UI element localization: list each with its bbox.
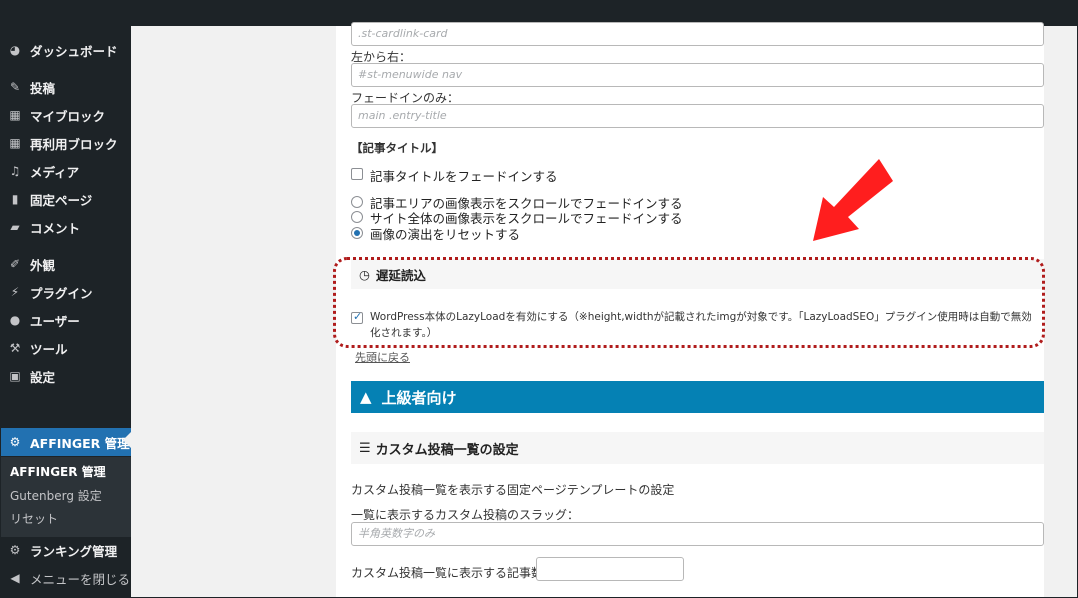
sidebar-item-tools[interactable]: ⚒ ツール xyxy=(1,336,131,360)
fade-title-label: 記事タイトルをフェードインする xyxy=(370,169,558,184)
sidebar-item-label: 投稿 xyxy=(30,80,56,96)
post-count-label: カスタム投稿一覧に表示する記事数： xyxy=(351,566,556,580)
submenu-item-reset[interactable]: リセット xyxy=(10,510,58,527)
dashboard-icon: ◕ xyxy=(9,43,21,57)
fade-selector-input-2[interactable]: #st-menuwide nav xyxy=(351,63,1044,87)
radio-article-images[interactable] xyxy=(351,196,363,208)
sidebar-item-label: ユーザー xyxy=(30,313,80,329)
sidebar-item-pages[interactable]: ▮ 固定ページ xyxy=(1,187,131,211)
collapse-menu-button[interactable]: ◀ メニューを閉じる xyxy=(1,566,131,590)
sidebar-item-appearance[interactable]: ✐ 外観 xyxy=(1,252,131,276)
collapse-icon: ◀ xyxy=(10,571,20,585)
comment-icon: ▰ xyxy=(10,220,20,234)
wrench-icon: ⚒ xyxy=(9,341,21,355)
sidebar-item-media[interactable]: ♫ メディア xyxy=(1,159,131,183)
media-icon: ♫ xyxy=(9,164,21,178)
blocks-icon: ▦ xyxy=(9,136,21,150)
affinger-submenu: AFFINGER 管理 Gutenberg 設定 リセット xyxy=(1,457,131,537)
gear-icon: ⚙ xyxy=(9,435,21,449)
radio-reset-images-label: 画像の演出をリセットする xyxy=(370,227,521,242)
post-count-input[interactable] xyxy=(536,557,684,581)
sidebar-item-comments[interactable]: ▰ コメント xyxy=(1,215,131,239)
page-icon: ▮ xyxy=(11,192,19,206)
advanced-heading: 上級者向け xyxy=(381,388,457,407)
advanced-section-bar: ▲ 上級者向け xyxy=(351,381,1044,413)
sidebar-item-label: コメント xyxy=(30,220,81,236)
slug-input[interactable]: 半角英数字のみ xyxy=(351,522,1044,546)
fade-title-checkbox[interactable] xyxy=(351,168,363,180)
sidebar-item-label: メディア xyxy=(30,164,80,180)
sidebar-item-plugins[interactable]: ⚡ プラグイン xyxy=(1,280,131,304)
submenu-item-gutenberg[interactable]: Gutenberg 設定 xyxy=(10,487,102,504)
sidebar-item-label: 外観 xyxy=(30,257,56,273)
sidebar-item-label: 設定 xyxy=(30,369,56,385)
admin-sidebar: ◕ ダッシュボード ✎ 投稿 ▦ マイブロック ▦ 再利用ブロック ♫ メディア ▮ 固定ペ… xyxy=(1,26,131,597)
sidebar-item-my-blocks[interactable]: ▦ マイブロック xyxy=(1,103,131,127)
sidebar-item-reusable-blocks[interactable]: ▦ 再利用ブロック xyxy=(1,131,131,155)
red-arrow-icon xyxy=(813,159,893,241)
fade-selector-input-1[interactable]: .st-cardlink-card xyxy=(351,22,1044,46)
sidebar-item-ranking[interactable]: ⚙ ランキング管理 xyxy=(1,538,131,562)
custom-template-label: カスタム投稿一覧を表示する固定ページテンプレートの設定 xyxy=(351,483,675,497)
screenshot-frame: ◕ ダッシュボード ✎ 投稿 ▦ マイブロック ▦ 再利用ブロック ♫ メディア ▮ 固定ペ… xyxy=(0,0,1078,598)
radio-site-images[interactable] xyxy=(351,211,363,223)
sidebar-item-label: マイブロック xyxy=(30,108,106,124)
sidebar-item-label: メニューを閉じる xyxy=(30,571,131,587)
sidebar-item-settings[interactable]: ▣ 設定 xyxy=(1,364,131,388)
sidebar-item-label: ツール xyxy=(30,341,68,357)
sidebar-item-label: プラグイン xyxy=(30,285,93,301)
list-icon: ☰ xyxy=(359,440,371,456)
blocks-icon: ▦ xyxy=(9,108,21,122)
custom-post-heading: カスタム投稿一覧の設定 xyxy=(375,442,519,458)
sidebar-item-label: 再利用ブロック xyxy=(30,136,118,152)
sidebar-item-users[interactable]: ● ユーザー xyxy=(1,308,131,332)
lazyload-highlight-outline xyxy=(333,257,1045,348)
pin-icon: ✎ xyxy=(9,80,21,94)
article-title-section-label: 【記事タイトル】 xyxy=(351,141,443,155)
plugin-icon: ⚡ xyxy=(10,285,20,299)
custom-post-section-header: ☰ カスタム投稿一覧の設定 xyxy=(351,432,1044,464)
gear-icon: ⚙ xyxy=(9,543,21,557)
sidebar-item-label: ランキング管理 xyxy=(30,543,118,559)
brush-icon: ✐ xyxy=(9,257,21,271)
sidebar-item-posts[interactable]: ✎ 投稿 xyxy=(1,75,131,99)
sidebar-item-affinger[interactable]: ⚙ AFFINGER 管理 xyxy=(1,428,131,456)
warning-icon: ▲ xyxy=(360,388,372,406)
settings-icon: ▣ xyxy=(9,369,21,383)
sidebar-item-label: AFFINGER 管理 xyxy=(30,435,130,451)
fade-selector-input-3[interactable]: main .entry-title xyxy=(351,104,1044,128)
slug-label: 一覧に表示するカスタム投稿のスラッグ： xyxy=(351,508,580,522)
submenu-item-affinger[interactable]: AFFINGER 管理 xyxy=(10,463,106,480)
sidebar-item-label: ダッシュボード xyxy=(30,43,118,59)
user-icon: ● xyxy=(9,313,21,327)
sidebar-item-label: 固定ページ xyxy=(30,192,93,208)
back-to-top-link[interactable]: 先頭に戻る xyxy=(355,349,410,365)
radio-reset-images[interactable] xyxy=(351,227,363,239)
sidebar-item-dashboard[interactable]: ◕ ダッシュボード xyxy=(1,38,131,62)
